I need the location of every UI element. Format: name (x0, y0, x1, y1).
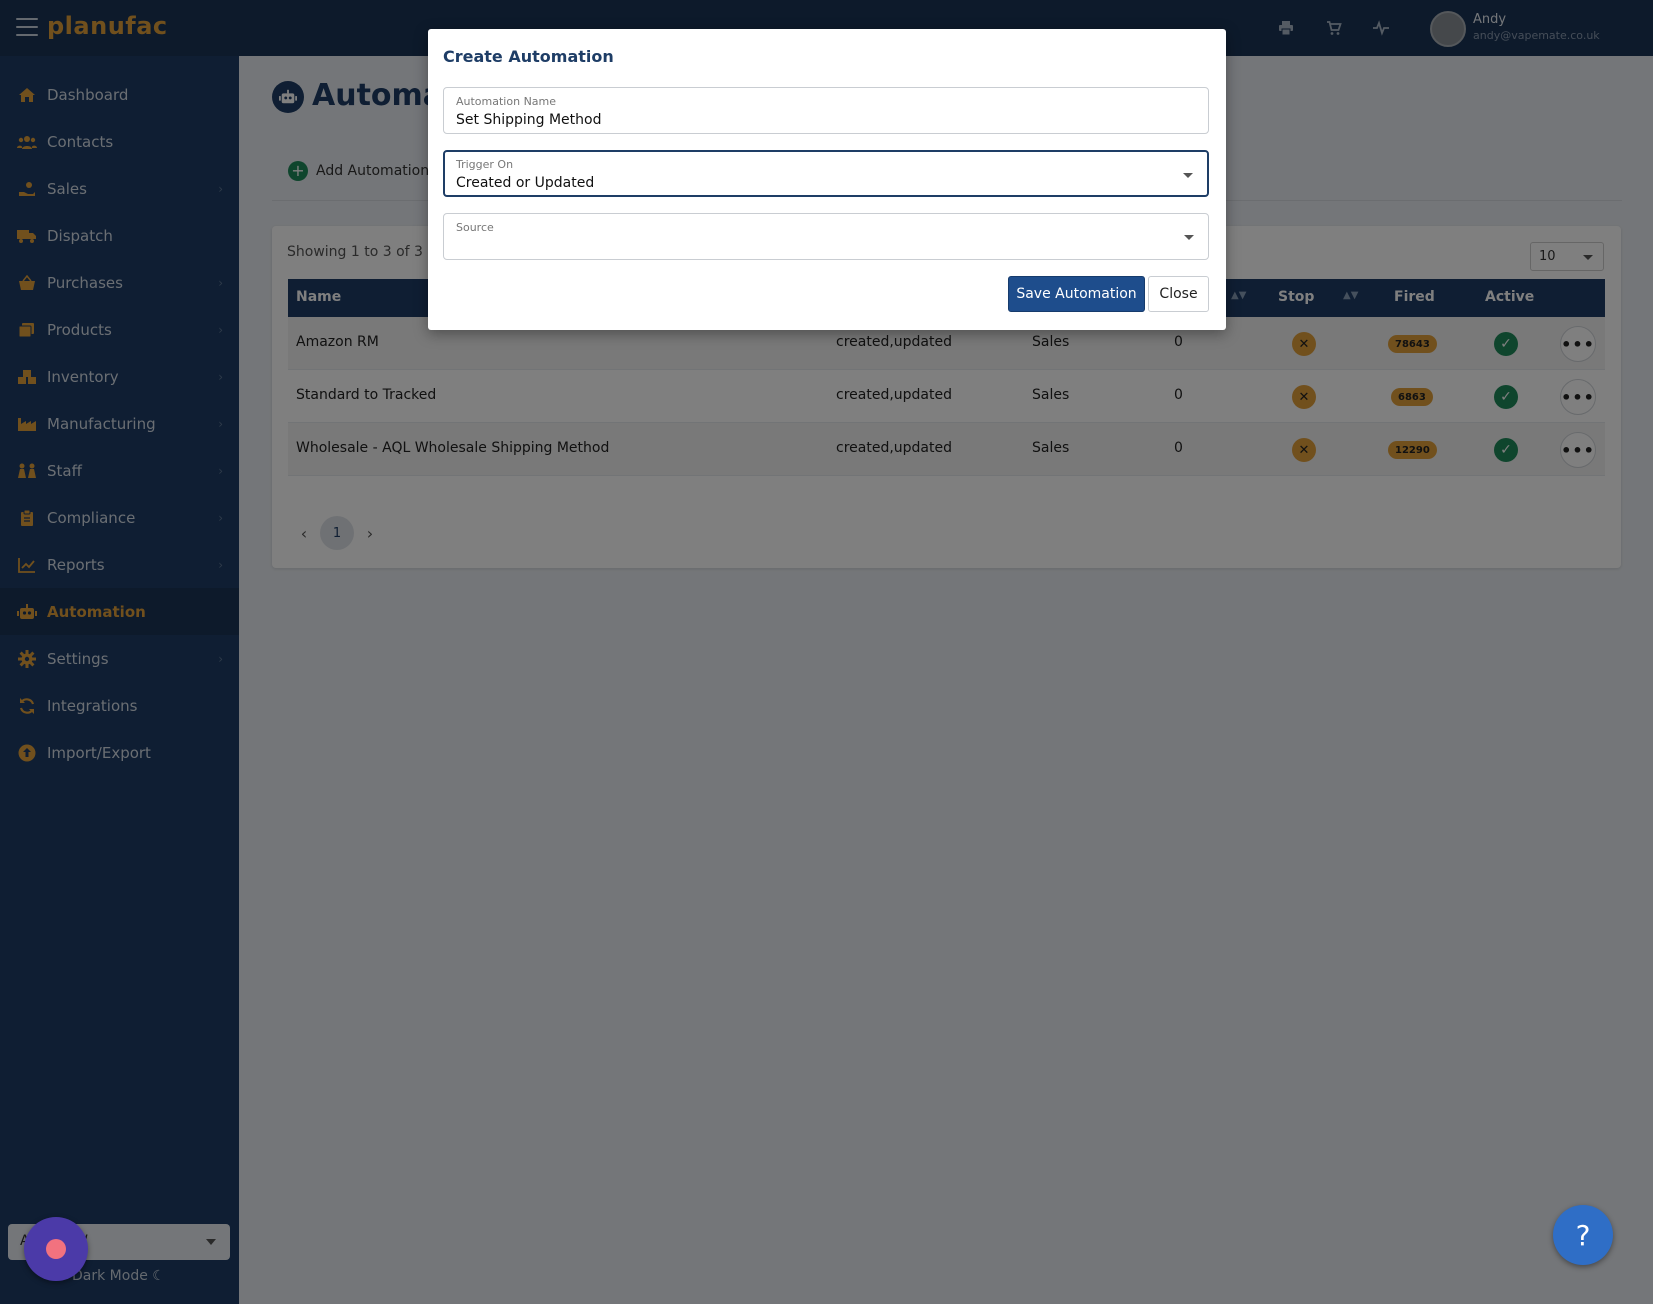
create-automation-modal: Create Automation Automation Name Set Sh… (428, 29, 1226, 330)
trigger-on-label: Trigger On (456, 158, 514, 171)
chevron-down-icon (1184, 235, 1194, 240)
automation-name-field[interactable]: Automation Name Set Shipping Method (443, 87, 1209, 134)
source-select[interactable]: Source (443, 213, 1209, 260)
save-automation-button[interactable]: Save Automation (1008, 276, 1145, 312)
automation-name-label: Automation Name (456, 95, 557, 108)
record-dot-icon (46, 1239, 66, 1259)
chevron-down-icon (1183, 173, 1193, 178)
automation-name-input[interactable]: Set Shipping Method (456, 112, 601, 128)
record-button[interactable] (24, 1217, 88, 1281)
close-button[interactable]: Close (1148, 276, 1209, 312)
help-button[interactable]: ? (1553, 1205, 1613, 1265)
trigger-on-value: Created or Updated (456, 175, 595, 191)
source-label: Source (456, 221, 494, 234)
trigger-on-select[interactable]: Trigger On Created or Updated (443, 150, 1209, 197)
modal-title: Create Automation (443, 47, 614, 66)
